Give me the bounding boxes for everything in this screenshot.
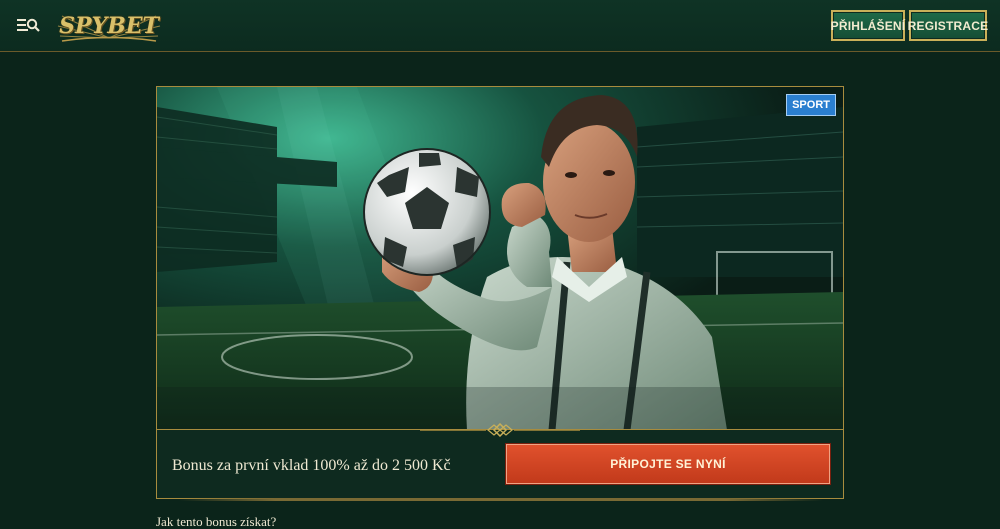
register-button[interactable]: REGISTRACE (908, 10, 988, 41)
bonus-how-to-heading: Jak tento bonus získat? (156, 514, 277, 529)
site-header: SPYBET PŘIHLÁŠENÍ REGISTRACE (0, 0, 1000, 52)
logo-text: SPYBET (59, 13, 159, 39)
spybet-logo[interactable]: SPYBET (54, 8, 164, 44)
promo-hero-image: SPORT (157, 87, 843, 430)
sport-badge: SPORT (786, 94, 836, 116)
login-button[interactable]: PŘIHLÁŠENÍ (831, 10, 905, 41)
promo-card: SPORT Bonus za první vklad 100% až do 2 … (156, 86, 844, 501)
card-bottom-divider (179, 498, 823, 501)
menu-search-icon[interactable] (15, 14, 41, 36)
offer-row: Bonus za první vklad 100% až do 2 500 Kč… (157, 431, 843, 499)
bonus-offer-text: Bonus za první vklad 100% až do 2 500 Kč (172, 457, 451, 474)
join-now-button[interactable]: PŘIPOJTE SE NYNÍ (506, 444, 830, 484)
